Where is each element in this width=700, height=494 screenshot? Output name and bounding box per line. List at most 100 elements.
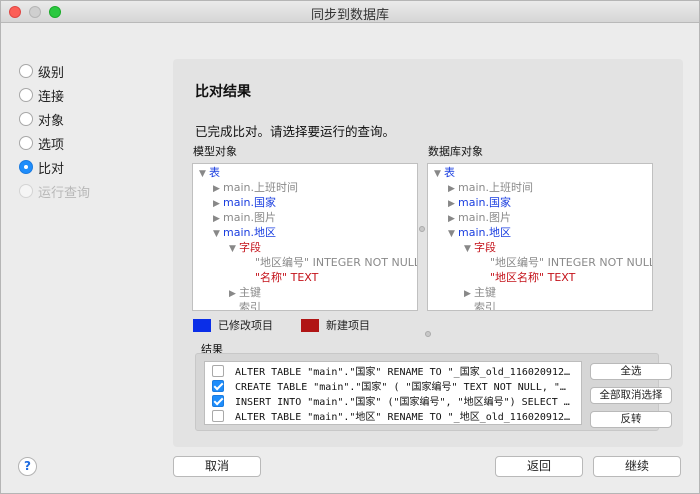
results-group: ALTER TABLE "main"."国家" RENAME TO "_国家_o… xyxy=(195,353,672,431)
radio-selected-icon xyxy=(19,160,33,174)
tree-node-label: 字段 xyxy=(239,241,261,254)
step-run-query: 运行查询 xyxy=(19,179,90,203)
pane-splitter-handle[interactable] xyxy=(425,331,431,337)
tree-node-label: 表 xyxy=(209,166,220,179)
window-title: 同步到数据库 xyxy=(310,8,389,23)
tree-node-table[interactable]: ▶ main.图片 xyxy=(448,211,511,226)
radio-icon xyxy=(19,112,33,126)
step-options[interactable]: 选项 xyxy=(19,131,90,155)
step-label: 对象 xyxy=(38,113,65,129)
title-bar: 同步到数据库 xyxy=(1,1,699,23)
tree-node-tables[interactable]: ▼ 表 xyxy=(199,166,220,181)
expanded-triangle-icon: ▼ xyxy=(213,229,220,239)
expanded-triangle-icon: ▼ xyxy=(199,169,206,179)
radio-icon xyxy=(19,88,33,102)
database-objects-label: 数据库对象 xyxy=(428,145,483,158)
result-row[interactable]: INSERT INTO "main"."国家" ("国家编号", "地区编号")… xyxy=(205,393,581,408)
invert-selection-button[interactable]: 反转 xyxy=(590,411,672,428)
step-connection[interactable]: 连接 xyxy=(19,83,90,107)
expanded-triangle-icon: ▼ xyxy=(448,229,455,239)
tree-node-label: 字段 xyxy=(474,241,496,254)
radio-icon xyxy=(19,136,33,150)
panel-title: 比对结果 xyxy=(195,84,251,100)
tree-node-label: "地区编号" INTEGER NOT NULL xyxy=(490,256,653,269)
tree-node-table[interactable]: ▼ main.地区 xyxy=(448,226,511,241)
step-objects[interactable]: 对象 xyxy=(19,107,90,131)
tree-node-field[interactable]: "名称" TEXT xyxy=(255,271,318,285)
tree-node-primary-key[interactable]: ▶ 主键 xyxy=(229,286,261,301)
step-label: 级别 xyxy=(38,65,65,81)
step-compare[interactable]: 比对 xyxy=(19,155,90,179)
tree-node-field[interactable]: "地区名称" TEXT xyxy=(490,271,575,285)
tree-node-fields[interactable]: ▼ 字段 xyxy=(229,241,261,256)
help-button[interactable]: ? xyxy=(18,457,37,476)
legend-modified: 已修改项目 xyxy=(193,317,273,333)
collapsed-triangle-icon: ▶ xyxy=(213,199,220,209)
tree-node-label: "名称" TEXT xyxy=(255,271,319,284)
tree-node-table[interactable]: ▼ main.地区 xyxy=(213,226,276,241)
tree-node-table[interactable]: ▶ main.上班时间 xyxy=(213,181,298,196)
tree-node-label: 主键 xyxy=(474,286,496,299)
result-row[interactable]: ALTER TABLE "main"."国家" RENAME TO "_国家_o… xyxy=(205,363,581,378)
tree-node-label: 主键 xyxy=(239,286,261,299)
cancel-button[interactable]: 取消 xyxy=(173,456,261,477)
tree-node-label: main.图片 xyxy=(223,211,276,224)
model-objects-label: 模型对象 xyxy=(193,145,237,158)
tree-node-table[interactable]: ▶ main.图片 xyxy=(213,211,276,226)
legend-label: 新建项目 xyxy=(326,319,370,332)
legend-label: 已修改项目 xyxy=(218,319,273,332)
new-swatch xyxy=(301,318,319,332)
collapsed-triangle-icon: ▶ xyxy=(229,289,236,299)
result-checkbox[interactable] xyxy=(212,379,224,392)
tree-node-label: 表 xyxy=(444,166,455,179)
radio-icon xyxy=(19,64,33,78)
collapsed-triangle-icon: ▶ xyxy=(448,214,455,224)
expanded-triangle-icon: ▼ xyxy=(229,244,236,254)
collapsed-triangle-icon: ▶ xyxy=(448,199,455,209)
model-objects-tree[interactable]: ▼ 表 ▶ main.上班时间 ▶ main.国家 ▶ main.图片 ▼ main.地区… xyxy=(192,163,418,311)
result-row[interactable]: ALTER TABLE "main"."地区" RENAME TO "_地区_o… xyxy=(205,408,581,423)
deselect-all-button[interactable]: 全部取消选择 xyxy=(590,387,672,404)
panel-description: 已完成比对。请选择要运行的查询。 xyxy=(195,124,396,139)
tree-node-label: main.国家 xyxy=(223,196,276,209)
results-list[interactable]: ALTER TABLE "main"."国家" RENAME TO "_国家_o… xyxy=(204,361,582,425)
step-label: 连接 xyxy=(38,89,65,105)
select-all-button[interactable]: 全选 xyxy=(590,363,672,380)
tree-node-label: main.地区 xyxy=(223,226,276,239)
sync-window: 同步到数据库 级别 连接 对象 选项 比对 运行查询 比对结果 已完成比对。请选… xyxy=(0,0,700,494)
continue-button[interactable]: 继续 xyxy=(593,456,681,477)
tree-node-label: main.国家 xyxy=(458,196,511,209)
radio-icon xyxy=(19,184,33,198)
collapsed-triangle-icon: ▶ xyxy=(213,184,220,194)
tree-node-tables[interactable]: ▼ 表 xyxy=(434,166,455,181)
compare-panel: 比对结果 已完成比对。请选择要运行的查询。 模型对象 ▼ 表 ▶ main.上班时间… xyxy=(173,59,683,447)
database-objects-tree[interactable]: ▼ 表 ▶ main.上班时间 ▶ main.国家 ▶ main.图片 ▼ main.地区… xyxy=(427,163,653,311)
tree-node-table[interactable]: ▶ main.上班时间 xyxy=(448,181,533,196)
tree-node-fields[interactable]: ▼ 字段 xyxy=(464,241,496,256)
pane-splitter-handle[interactable] xyxy=(419,226,425,232)
tree-node-label: main.上班时间 xyxy=(223,181,298,194)
tree-node-table[interactable]: ▶ main.国家 xyxy=(448,196,511,211)
expanded-triangle-icon: ▼ xyxy=(464,244,471,254)
step-level[interactable]: 级别 xyxy=(19,59,90,83)
tree-node-indexes[interactable]: 索引 xyxy=(239,301,261,311)
tree-node-indexes[interactable]: 索引 xyxy=(474,301,496,311)
tree-node-label: 索引 xyxy=(239,301,261,311)
back-button[interactable]: 返回 xyxy=(495,456,583,477)
tree-node-table[interactable]: ▶ main.国家 xyxy=(213,196,276,211)
result-checkbox[interactable] xyxy=(212,394,224,407)
result-checkbox[interactable] xyxy=(212,409,224,422)
result-checkbox[interactable] xyxy=(212,364,224,377)
step-label: 运行查询 xyxy=(38,185,91,201)
result-row[interactable]: CREATE TABLE "main"."国家" ( "国家编号" TEXT N… xyxy=(205,378,581,393)
result-query-text: ALTER TABLE "main"."地区" RENAME TO "_地区_o… xyxy=(235,412,575,423)
tree-node-label: 索引 xyxy=(474,301,496,311)
tree-node-field[interactable]: "地区编号" INTEGER NOT NULL xyxy=(490,256,653,270)
expanded-triangle-icon: ▼ xyxy=(434,169,441,179)
wizard-steps: 级别 连接 对象 选项 比对 运行查询 xyxy=(19,59,90,203)
result-query-text: INSERT INTO "main"."国家" ("国家编号", "地区编号")… xyxy=(235,397,575,408)
tree-node-primary-key[interactable]: ▶ 主键 xyxy=(464,286,496,301)
legend-new: 新建项目 xyxy=(301,317,370,333)
tree-node-field[interactable]: "地区编号" INTEGER NOT NULL xyxy=(255,256,417,270)
tree-node-label: main.地区 xyxy=(458,226,511,239)
